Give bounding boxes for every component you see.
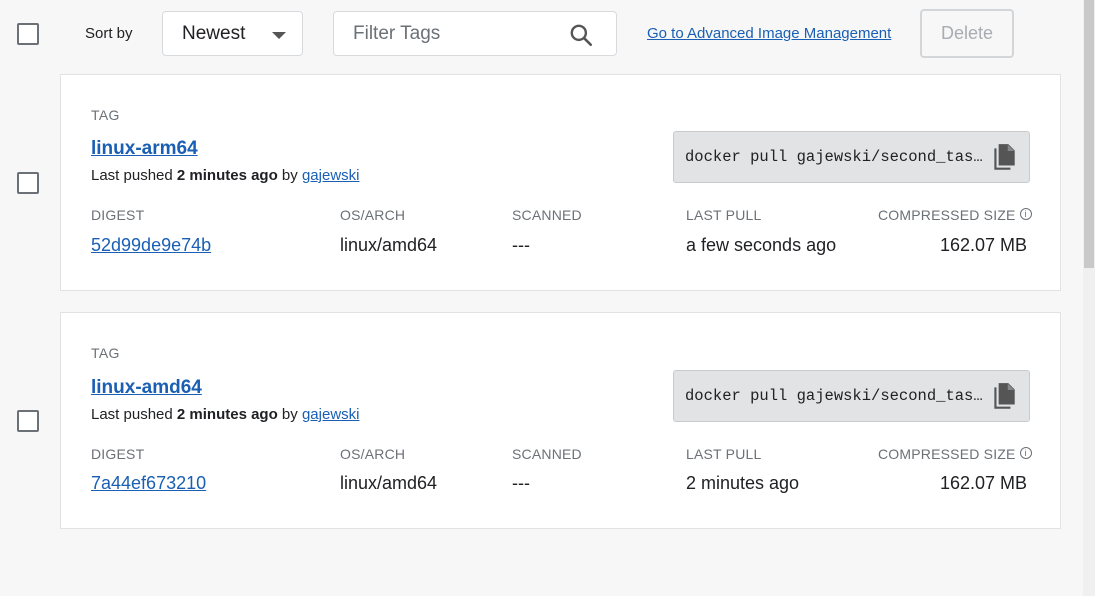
last-pushed-info: Last pushed 2 minutes ago by gajewski — [91, 406, 359, 423]
delete-button[interactable]: Delete — [920, 9, 1014, 58]
pusher-link[interactable]: gajewski — [302, 406, 360, 423]
last-pushed-prefix: Last pushed — [91, 167, 177, 184]
last-pull-column-header: LAST PULL — [686, 207, 762, 223]
digest-column-header: DIGEST — [91, 446, 145, 462]
pull-command-text: docker pull gajewski/second_task… — [685, 148, 985, 166]
sort-select[interactable]: Newest — [162, 11, 303, 56]
chevron-down-icon — [272, 32, 286, 39]
scanned-column-header: SCANNED — [512, 207, 582, 223]
info-icon[interactable]: i — [1019, 447, 1032, 459]
scrollbar-thumb[interactable] — [1084, 0, 1094, 268]
last-pushed-time: 2 minutes ago — [176, 406, 278, 423]
scanned-value: --- — [512, 235, 530, 255]
tag-row-checkbox[interactable] — [17, 410, 39, 432]
pushed-by-text: by — [277, 167, 302, 184]
last-pushed-time: 2 minutes ago — [176, 167, 278, 184]
last-pull-column-header: LAST PULL — [686, 446, 762, 462]
tag-card: TAG linux-arm64 Last pushed 2 minutes ag… — [60, 74, 1061, 291]
last-pull-value: a few seconds ago — [686, 235, 837, 255]
digest-column-header: DIGEST — [91, 207, 145, 223]
os-arch-column-header: OS/ARCH — [340, 446, 406, 462]
info-icon[interactable]: i — [1019, 208, 1032, 220]
os-arch-value: linux/amd64 — [340, 473, 438, 493]
compressed-size-value: 162.07 MB — [940, 473, 1028, 493]
compressed-size-label: COMPRESSED SIZE — [878, 446, 1016, 462]
last-pushed-prefix: Last pushed — [91, 406, 177, 423]
scanned-value: --- — [512, 473, 530, 493]
tag-name-link[interactable]: linux-amd64 — [91, 377, 202, 399]
select-all-checkbox[interactable] — [17, 23, 39, 45]
search-icon[interactable] — [568, 22, 594, 48]
sort-by-label: Sort by — [85, 25, 133, 42]
copy-icon[interactable] — [991, 382, 1017, 412]
page-scrollbar[interactable] — [1083, 0, 1095, 596]
compressed-size-label: COMPRESSED SIZE — [878, 207, 1016, 223]
digest-link[interactable]: 52d99de9e74b — [91, 235, 211, 256]
pull-command-text: docker pull gajewski/second_task… — [685, 387, 985, 405]
compressed-size-column-header: COMPRESSED SIZE i — [878, 446, 1032, 462]
os-arch-value: linux/amd64 — [340, 235, 438, 255]
sort-select-value: Newest — [182, 22, 246, 44]
pull-command-box: docker pull gajewski/second_task… — [673, 370, 1030, 422]
tag-card: TAG linux-amd64 Last pushed 2 minutes ag… — [60, 312, 1061, 529]
copy-icon[interactable] — [991, 143, 1017, 173]
last-pushed-info: Last pushed 2 minutes ago by gajewski — [91, 167, 359, 184]
scanned-column-header: SCANNED — [512, 446, 582, 462]
pushed-by-text: by — [277, 406, 302, 423]
advanced-image-management-link[interactable]: Go to Advanced Image Management — [647, 25, 891, 42]
tag-column-header: TAG — [91, 107, 120, 123]
tag-name-link[interactable]: linux-arm64 — [91, 138, 198, 160]
os-arch-column-header: OS/ARCH — [340, 207, 406, 223]
pusher-link[interactable]: gajewski — [302, 167, 360, 184]
compressed-size-value: 162.07 MB — [940, 235, 1028, 255]
digest-link[interactable]: 7a44ef673210 — [91, 473, 206, 494]
pull-command-box: docker pull gajewski/second_task… — [673, 131, 1030, 183]
tag-column-header: TAG — [91, 345, 120, 361]
last-pull-value: 2 minutes ago — [686, 473, 800, 493]
compressed-size-column-header: COMPRESSED SIZE i — [878, 207, 1032, 223]
filter-tags-field[interactable] — [333, 11, 617, 56]
tag-row-checkbox[interactable] — [17, 172, 39, 194]
filter-tags-input[interactable] — [334, 12, 554, 55]
